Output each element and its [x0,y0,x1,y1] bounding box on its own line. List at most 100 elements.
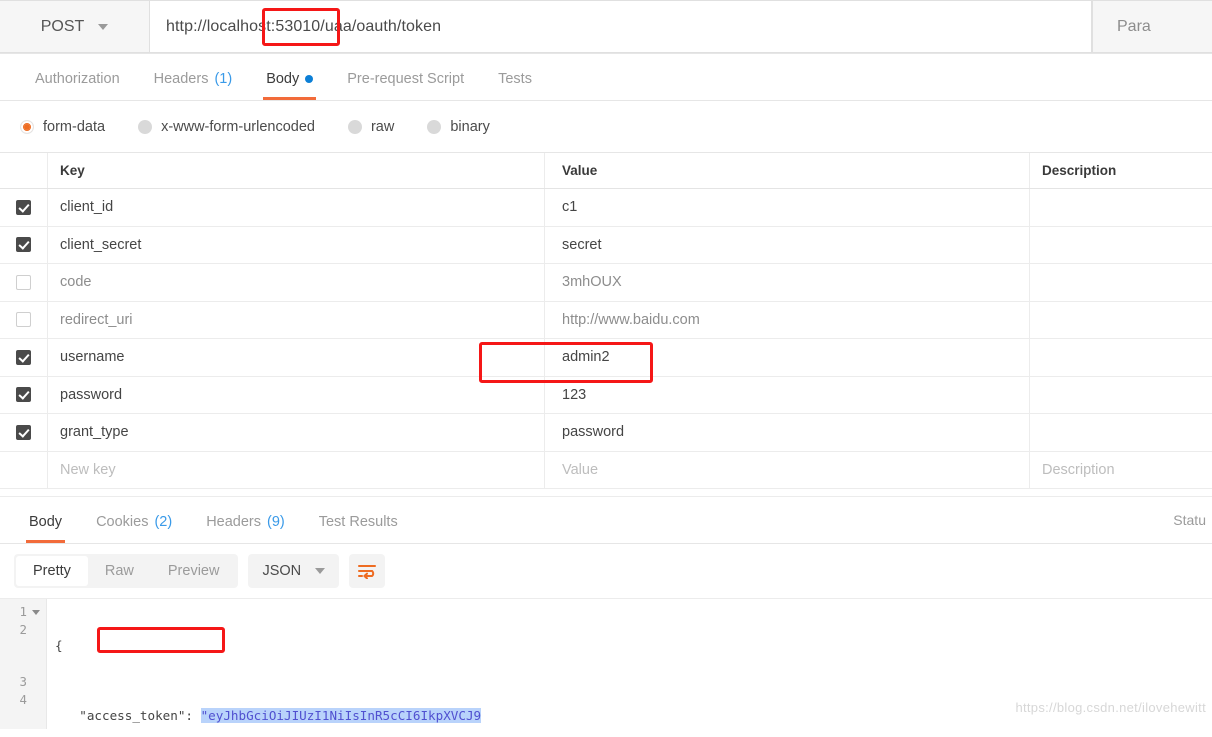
row-checkbox-checked[interactable] [16,199,31,215]
row-description[interactable] [1030,189,1212,226]
row-description[interactable] [1030,377,1212,414]
row-checkbox-cell[interactable] [0,339,48,376]
url-text: http://localhost:53010/uaa/oauth/token [166,17,442,35]
view-mode-raw[interactable]: Raw [88,556,151,586]
radio-icon-selected [20,119,34,134]
response-toolbar: Pretty Raw Preview JSON [0,544,1212,598]
row-key[interactable]: redirect_uri [48,301,545,338]
view-mode-group: Pretty Raw Preview [14,554,239,588]
row-value[interactable]: secret [545,226,1030,263]
row-key[interactable]: grant_type [48,414,545,451]
row-key[interactable]: code [48,264,545,301]
response-tab-cookies[interactable]: Cookies (2) [79,514,189,543]
new-description-input[interactable]: Description [1030,452,1212,489]
http-method-selector[interactable]: POST [0,0,150,53]
table-header-row: Key Value Description [0,153,1212,189]
row-checkbox-unchecked[interactable] [16,274,31,290]
table-row[interactable]: grant_type password [0,414,1212,452]
radio-label: binary [450,118,490,135]
word-wrap-button[interactable] [349,554,386,588]
new-row-checkbox-cell [0,451,48,488]
line-number: 1 [19,604,27,619]
row-checkbox-cell[interactable] [0,264,48,301]
row-key[interactable]: client_secret [48,226,545,263]
table-new-row[interactable]: New key Value Description [0,451,1212,489]
tab-label: Headers [153,71,209,87]
row-key[interactable]: client_id [48,189,545,226]
tab-label: Authorization [35,71,120,87]
response-tab-test-results[interactable]: Test Results [302,514,415,543]
response-tab-body[interactable]: Body [12,514,79,543]
row-checkbox-checked[interactable] [16,237,31,253]
row-checkbox-cell[interactable] [0,414,48,451]
row-description[interactable] [1030,339,1212,376]
table-row[interactable]: client_id c1 [0,189,1212,227]
format-selector[interactable]: JSON [248,554,340,588]
http-method-label: POST [40,17,85,35]
row-value[interactable]: c1 [545,189,1030,226]
tab-label: Test Results [318,514,398,530]
row-checkbox-unchecked[interactable] [16,312,31,328]
url-input[interactable]: http://localhost:53010/uaa/oauth/token [150,0,1092,53]
row-description[interactable] [1030,414,1212,451]
body-type-radio-group: form-data x-www-form-urlencoded raw bina… [0,101,1212,153]
row-description[interactable] [1030,302,1212,339]
headers-count: (1) [214,71,233,87]
fold-triangle-icon[interactable] [32,610,40,615]
tab-tests[interactable]: Tests [481,71,549,100]
row-checkbox-checked[interactable] [16,349,31,365]
view-mode-pretty[interactable]: Pretty [16,556,88,586]
row-checkbox-cell[interactable] [0,301,48,338]
cookies-count: (2) [154,514,173,530]
row-description[interactable] [1030,264,1212,301]
row-checkbox-cell[interactable] [0,226,48,263]
line-number: 3 [19,674,27,689]
radio-icon [138,119,153,134]
tab-pre-request-script[interactable]: Pre-request Script [330,71,481,100]
row-value[interactable]: 3mhOUX [545,264,1030,301]
tab-authorization[interactable]: Authorization [18,71,137,100]
row-value[interactable]: 123 [545,376,1030,413]
chevron-down-icon [98,23,109,30]
row-checkbox-cell[interactable] [0,376,48,413]
response-body-code[interactable]: 1 2 3 4 { "access_token": "eyJhbGciOiJIU… [0,598,1212,729]
radio-x-www-form-urlencoded[interactable]: x-www-form-urlencoded [138,119,329,135]
params-button[interactable]: Para [1092,0,1212,53]
json-key-access-token: "access_token" [79,708,186,723]
radio-raw[interactable]: raw [347,119,408,135]
radio-binary[interactable]: binary [427,119,504,135]
headers-count: (9) [267,514,285,530]
row-description[interactable] [1030,227,1212,264]
radio-form-data[interactable]: form-data [20,119,119,135]
tab-headers[interactable]: Headers (1) [137,71,250,100]
row-value[interactable]: password [545,414,1030,451]
table-row[interactable]: password 123 [0,376,1212,414]
line-number: 4 [19,691,27,707]
row-checkbox-cell[interactable] [0,189,48,226]
radio-label: x-www-form-urlencoded [161,118,315,135]
header-key: Key [48,153,545,188]
row-checkbox-checked[interactable] [16,424,31,440]
params-label: Para [1117,17,1151,35]
radio-label: form-data [43,118,106,135]
table-row[interactable]: username admin2 [0,339,1212,377]
new-value-input[interactable]: Value [545,451,1030,488]
row-value[interactable]: admin2 [545,339,1030,376]
tab-body[interactable]: Body [249,71,330,100]
row-checkbox-checked[interactable] [16,387,31,403]
table-row[interactable]: redirect_uri http://www.baidu.com [0,301,1212,339]
form-data-table: Key Value Description client_id c1 clien… [0,153,1212,489]
row-key[interactable]: password [48,376,545,413]
new-key-input[interactable]: New key [48,451,545,488]
response-status-label: Statu [1173,512,1206,528]
response-tab-headers[interactable]: Headers (9) [189,514,302,543]
row-key[interactable]: username [48,339,545,376]
view-mode-preview[interactable]: Preview [151,556,237,586]
header-checkbox-cell [0,153,48,188]
code-line-1-text: { [55,638,63,653]
tab-label: Body [266,71,300,87]
row-value[interactable]: http://www.baidu.com [545,301,1030,338]
table-row[interactable]: client_secret secret [0,226,1212,264]
radio-icon [427,119,442,134]
table-row[interactable]: code 3mhOUX [0,264,1212,302]
